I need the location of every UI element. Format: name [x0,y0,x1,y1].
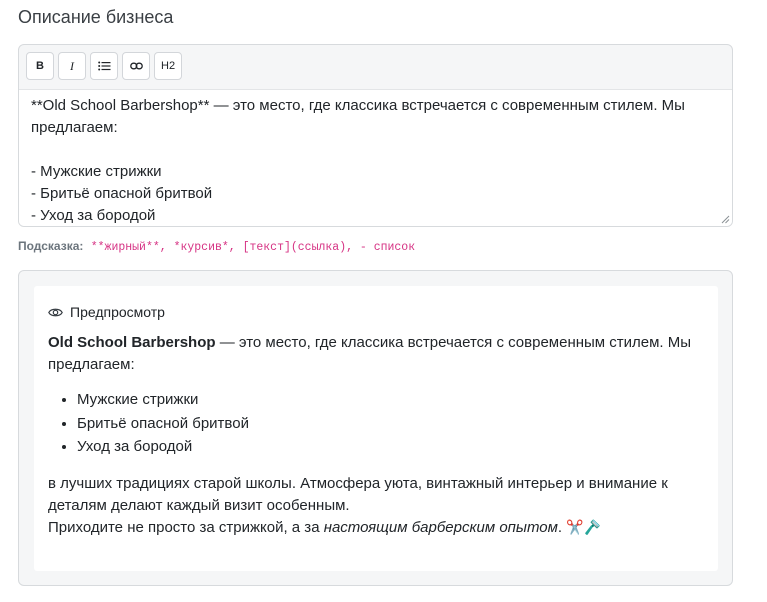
list-item: Мужские стрижки [77,388,704,412]
description-textarea[interactable]: **Old School Barbershop** — это место, г… [19,89,732,226]
scissors-razor-icon: ✂️🪒 [566,519,602,536]
markdown-editor: B I H2 **Old School Barbershop** — это м… [18,44,733,227]
list-item: Уход за бородой [77,435,704,459]
formatting-toolbar: B I H2 [26,52,183,82]
bold-button[interactable]: B [26,52,54,80]
eye-icon [48,308,63,316]
services-list: Мужские стрижки Бритьё опасной бритвой У… [48,388,704,459]
resize-handle-icon[interactable] [720,214,730,224]
link-button[interactable] [122,52,150,80]
markdown-hint: Подсказка: **жирный**, *курсив*, [текст]… [18,238,415,256]
preview-header: Предпросмотр [48,303,704,321]
list-item: Бритьё опасной бритвой [77,412,704,436]
list-button[interactable] [90,52,118,80]
preview-panel: Предпросмотр Old School Barbershop — это… [18,270,733,586]
preview-intro: Old School Barbershop — это место, где к… [48,332,704,376]
hint-label: Подсказка: [18,239,84,253]
italic-button[interactable]: I [58,52,86,80]
preview-title: Предпросмотр [70,304,165,320]
list-icon [97,61,110,71]
paragraph-text: в лучших традициях старой школы. Атмосфе… [48,474,668,514]
business-name: Old School Barbershop [48,334,216,351]
cta-end: . [557,518,567,536]
link-icon [129,62,143,70]
cta-emphasis: настоящим барберским опытом [323,518,558,536]
preview-content: Предпросмотр Old School Barbershop — это… [34,286,718,571]
heading-button[interactable]: H2 [154,52,183,80]
preview-paragraph: в лучших традициях старой школы. Атмосфе… [48,473,704,539]
cta-text: Приходите не просто за стрижкой, а за [48,518,324,536]
hint-syntax: **жирный**, *курсив*, [текст](ссылка), -… [90,241,416,254]
section-title: Описание бизнеса [18,7,174,27]
